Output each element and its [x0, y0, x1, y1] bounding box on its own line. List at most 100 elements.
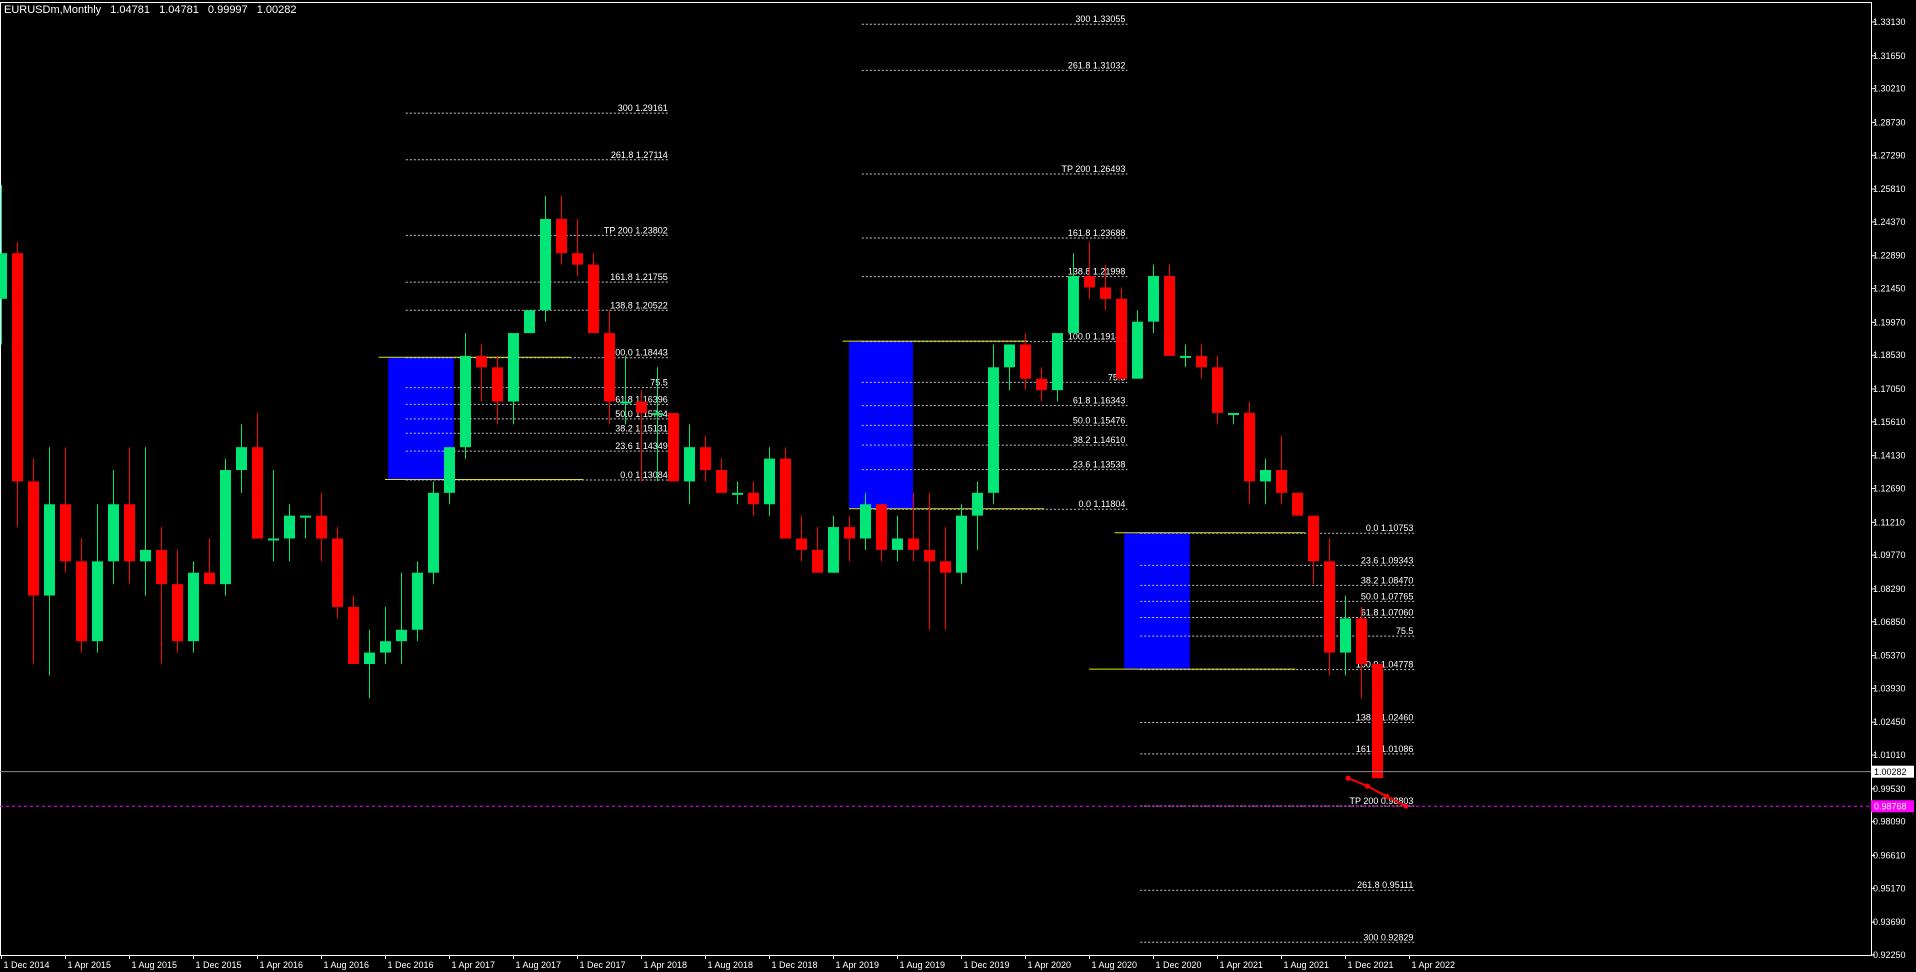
candle[interactable] [700, 435, 711, 482]
candle[interactable] [252, 412, 263, 539]
candle-body [268, 538, 279, 541]
candle[interactable] [12, 241, 23, 528]
candle[interactable] [92, 504, 103, 653]
candle[interactable] [1132, 310, 1143, 379]
candle[interactable] [44, 447, 55, 676]
candle[interactable] [684, 424, 695, 505]
candle[interactable] [300, 515, 311, 539]
candle[interactable] [812, 527, 823, 573]
candle[interactable] [76, 538, 87, 653]
chart-window[interactable]: 300 1.29161 261.8 1.27114 TP 200 1.23802 16… [0, 0, 1916, 972]
candle[interactable] [940, 527, 951, 630]
candle[interactable] [892, 515, 903, 562]
candle-body [412, 572, 423, 630]
candle[interactable] [1004, 344, 1015, 391]
candle[interactable] [364, 629, 375, 699]
fib-box-1[interactable] [388, 357, 454, 480]
candle[interactable] [1228, 412, 1239, 425]
candle-body [1068, 276, 1079, 334]
candle[interactable] [60, 447, 71, 573]
candle[interactable] [636, 390, 647, 482]
candle[interactable] [764, 447, 775, 516]
candle[interactable] [588, 253, 599, 334]
candle[interactable] [1212, 355, 1223, 425]
candle[interactable] [1324, 538, 1335, 676]
candle[interactable] [332, 527, 343, 619]
time-axis-label: 1 Aug 2018 [708, 960, 754, 970]
fib-box-3[interactable] [1124, 532, 1190, 670]
candle[interactable] [124, 447, 135, 585]
candle[interactable] [236, 424, 247, 493]
candle[interactable] [956, 504, 967, 585]
candle[interactable] [188, 561, 199, 653]
candle[interactable] [444, 447, 455, 505]
candle[interactable] [1260, 458, 1271, 505]
candle[interactable] [1372, 664, 1383, 779]
candle-body [204, 572, 215, 585]
candle-body [188, 572, 199, 642]
candle[interactable] [1180, 344, 1191, 368]
candle[interactable] [140, 447, 151, 596]
candle[interactable] [348, 595, 359, 665]
candle[interactable] [524, 310, 535, 334]
candle[interactable] [1068, 253, 1079, 334]
candle[interactable] [1036, 367, 1047, 402]
candle[interactable] [1244, 401, 1255, 505]
candle[interactable] [828, 515, 839, 573]
candle[interactable] [1116, 287, 1127, 379]
candle[interactable] [1164, 264, 1175, 356]
candle[interactable] [428, 481, 439, 585]
candle[interactable] [1020, 333, 1031, 391]
projection-arrow-dot [1345, 775, 1351, 781]
candle[interactable] [396, 572, 407, 665]
candle[interactable] [0, 184, 7, 345]
candle[interactable] [780, 447, 791, 539]
candle[interactable] [572, 218, 583, 277]
candle[interactable] [316, 492, 327, 562]
candle[interactable] [204, 538, 215, 585]
candle[interactable] [460, 333, 471, 459]
fib-box-2[interactable] [849, 341, 913, 509]
candle[interactable] [972, 481, 983, 550]
candle[interactable] [284, 504, 295, 562]
candle[interactable] [1276, 435, 1287, 505]
candle[interactable] [716, 458, 727, 493]
candle[interactable] [1356, 606, 1367, 699]
candle[interactable] [748, 481, 759, 516]
candle[interactable] [268, 470, 279, 562]
fib-level-label-3-5: 61.8 1.07060 [1361, 607, 1414, 617]
candle[interactable] [988, 344, 999, 505]
candle[interactable] [412, 561, 423, 642]
time-axis-label: 1 Dec 2020 [1156, 960, 1202, 970]
candle[interactable] [796, 515, 807, 562]
candle-body [1100, 287, 1111, 299]
fib-level-label-3-6: 75.5 [1396, 626, 1414, 636]
candle[interactable] [556, 196, 567, 265]
candle[interactable] [732, 481, 743, 505]
candle[interactable] [508, 333, 519, 425]
candle[interactable] [1148, 264, 1159, 334]
candle[interactable] [172, 549, 183, 653]
candle[interactable] [844, 515, 855, 562]
candle[interactable] [924, 492, 935, 630]
candle[interactable] [668, 412, 679, 482]
candle[interactable] [492, 355, 503, 425]
candle[interactable] [220, 458, 231, 596]
price-chart[interactable]: 300 1.29161 261.8 1.27114 TP 200 1.23802 16… [0, 0, 1916, 972]
candle[interactable] [28, 458, 39, 665]
candle[interactable] [476, 344, 487, 402]
candle[interactable] [156, 527, 167, 665]
candle[interactable] [1308, 515, 1319, 585]
candle[interactable] [380, 606, 391, 665]
candle[interactable] [1292, 492, 1303, 516]
candle-body [124, 504, 135, 562]
candle[interactable] [876, 504, 887, 562]
candle-body [844, 527, 855, 539]
candle-body [108, 504, 119, 562]
candle[interactable] [540, 196, 551, 322]
candle[interactable] [1340, 595, 1351, 676]
candle[interactable] [108, 470, 119, 585]
candle[interactable] [1196, 344, 1207, 379]
candle[interactable] [604, 310, 615, 425]
candle[interactable] [1052, 333, 1063, 402]
